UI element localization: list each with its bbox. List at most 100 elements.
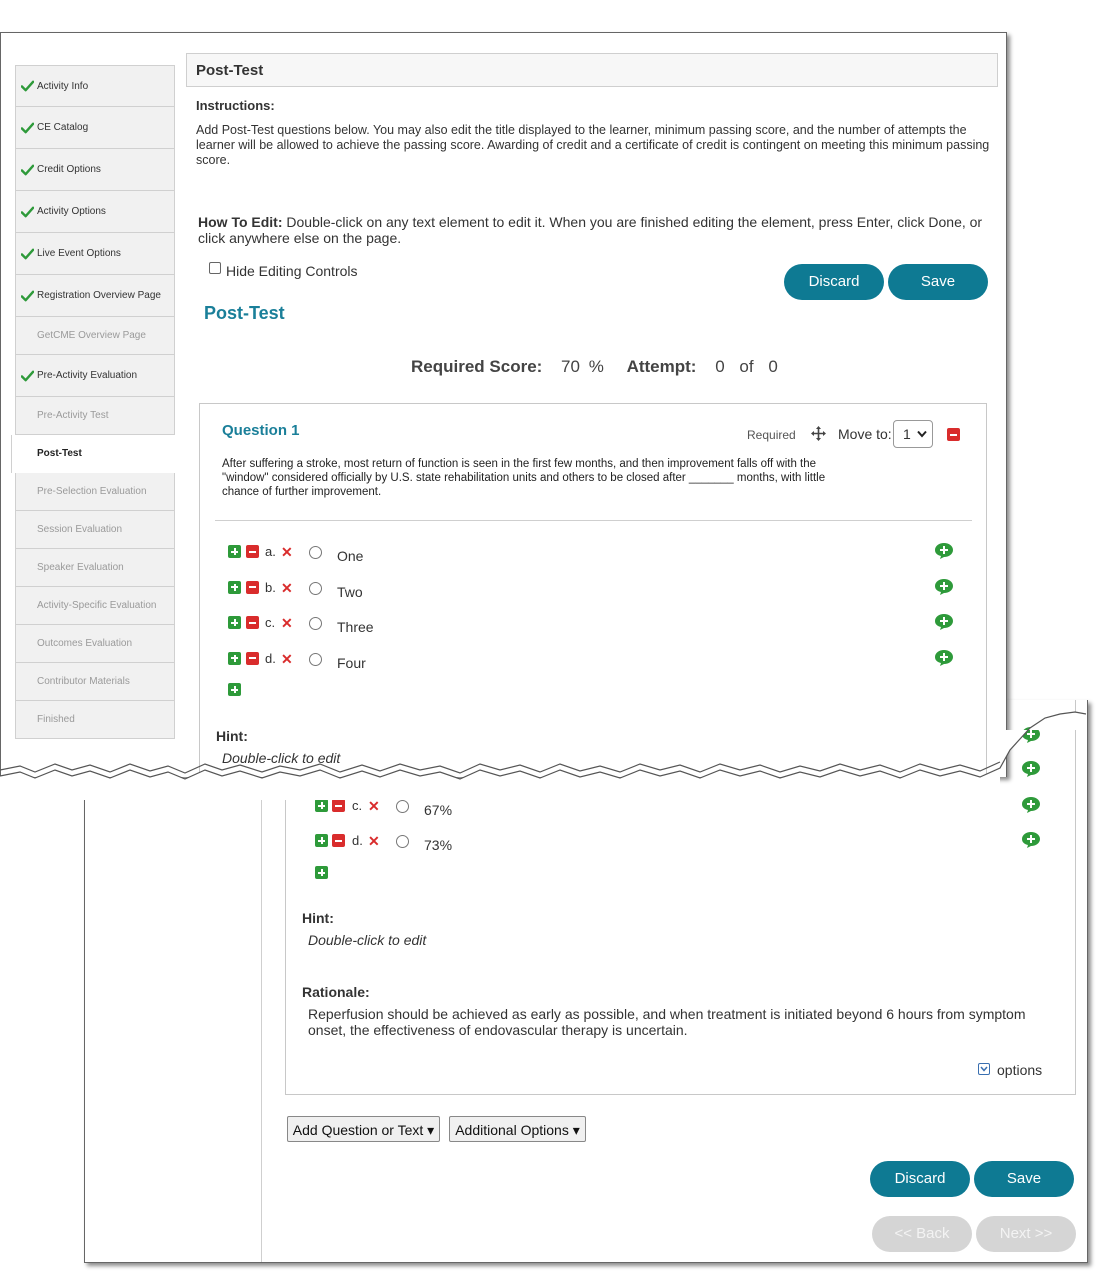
sidebar-item-activity-specific-evaluation[interactable]: Activity-Specific Evaluation: [15, 587, 175, 625]
additional-options-dropdown[interactable]: Additional Options ▾: [449, 1116, 586, 1142]
option-text[interactable]: Three: [337, 619, 374, 635]
question-title[interactable]: Question 1: [222, 422, 300, 439]
sidebar-item-getcme-overview-page[interactable]: GetCME Overview Page: [15, 317, 175, 355]
check-icon: [21, 206, 34, 217]
sidebar-item-contributor-materials[interactable]: Contributor Materials: [15, 663, 175, 701]
required-score-label: Required Score:: [411, 357, 543, 376]
option-letter: a.: [265, 544, 276, 559]
test-title[interactable]: Post-Test: [204, 303, 285, 324]
add-feedback-bubble-icon[interactable]: [934, 578, 954, 596]
check-icon: [21, 248, 34, 259]
sidebar-item-label: Pre-Selection Evaluation: [37, 486, 147, 497]
remove-option-minus-icon[interactable]: [246, 580, 259, 594]
delete-question-minus-icon[interactable]: [947, 428, 960, 441]
hint-text[interactable]: Double-click to edit: [308, 932, 426, 948]
save-button-top[interactable]: Save: [888, 264, 988, 300]
remove-option-minus-icon[interactable]: [246, 651, 259, 665]
next-button[interactable]: Next >>: [976, 1216, 1076, 1252]
option-text[interactable]: One: [337, 548, 363, 564]
remove-option-minus-icon[interactable]: [332, 799, 345, 812]
sidebar-item-label: CE Catalog: [37, 122, 89, 133]
move-drag-icon[interactable]: [810, 425, 827, 442]
add-option-plus-icon[interactable]: [228, 545, 241, 558]
back-button[interactable]: << Back: [872, 1216, 972, 1252]
add-option-plus-icon[interactable]: [228, 580, 241, 594]
option-radio[interactable]: [309, 617, 322, 630]
save-button-bottom[interactable]: Save: [974, 1161, 1074, 1197]
sidebar-item-credit-options[interactable]: Credit Options: [15, 149, 175, 191]
hide-editing-controls-checkbox[interactable]: [209, 262, 221, 274]
sidebar-item-pre-activity-test[interactable]: Pre-Activity Test: [15, 397, 175, 435]
sidebar-item-label: Activity Info: [37, 81, 89, 92]
page-header: Post-Test: [186, 53, 998, 87]
option-text[interactable]: 67%: [424, 802, 452, 818]
add-feedback-bubble-icon[interactable]: [934, 542, 954, 560]
add-feedback-bubble-icon[interactable]: [1021, 831, 1041, 849]
discard-button-top[interactable]: Discard: [784, 264, 884, 300]
chevron-down-icon[interactable]: [978, 1063, 990, 1075]
delete-option-x-icon[interactable]: ✕: [281, 545, 293, 559]
hide-editing-controls-label[interactable]: Hide Editing Controls: [226, 263, 358, 279]
required-label[interactable]: Required: [747, 428, 796, 442]
add-feedback-bubble-icon[interactable]: [934, 649, 954, 667]
score-row: Required Score: 70 % Attempt: 0 of 0: [411, 357, 778, 377]
discard-button-bottom[interactable]: Discard: [870, 1161, 970, 1197]
sidebar-item-post-test[interactable]: Post-Test: [11, 435, 177, 473]
move-to-select[interactable]: 1: [893, 420, 933, 448]
question-text[interactable]: After suffering a stroke, most return of…: [222, 457, 862, 499]
option-text[interactable]: Four: [337, 655, 366, 671]
instructions-text: Add Post-Test questions below. You may a…: [196, 123, 990, 167]
sidebar-item-activity-info[interactable]: Activity Info: [15, 65, 175, 107]
sidebar-item-speaker-evaluation[interactable]: Speaker Evaluation: [15, 549, 175, 587]
sidebar-item-outcomes-evaluation[interactable]: Outcomes Evaluation: [15, 625, 175, 663]
delete-option-x-icon[interactable]: ✕: [281, 581, 293, 595]
add-option-plus-icon[interactable]: [315, 834, 328, 847]
option-text[interactable]: Two: [337, 584, 363, 600]
add-option-plus-icon[interactable]: [228, 616, 241, 629]
sidebar-item-label: Live Event Options: [37, 248, 121, 259]
sidebar-item-pre-activity-evaluation[interactable]: Pre-Activity Evaluation: [15, 355, 175, 397]
move-to-value: 1: [903, 426, 911, 442]
attempt-of: of: [739, 357, 754, 376]
sidebar-item-ce-catalog[interactable]: CE Catalog: [15, 107, 175, 149]
sidebar-item-session-evaluation[interactable]: Session Evaluation: [15, 511, 175, 549]
add-option-plus-icon[interactable]: [315, 799, 328, 812]
add-feedback-bubble-icon[interactable]: [934, 613, 954, 631]
rationale-text[interactable]: Reperfusion should be achieved as early …: [308, 1006, 1048, 1038]
sidebar-item-label: Pre-Activity Test: [37, 410, 109, 421]
how-to-edit-label: How To Edit:: [198, 214, 283, 230]
delete-option-x-icon[interactable]: ✕: [281, 616, 293, 630]
add-option-plus-icon[interactable]: [228, 651, 241, 665]
sidebar-item-label: Activity-Specific Evaluation: [37, 600, 157, 611]
sidebar-item-activity-options[interactable]: Activity Options: [15, 191, 175, 233]
sidebar-item-pre-selection-evaluation[interactable]: Pre-Selection Evaluation: [15, 473, 175, 511]
attempt-total[interactable]: 0: [768, 357, 777, 376]
rationale-label: Rationale:: [302, 984, 370, 1000]
move-to-label: Move to:: [838, 426, 892, 442]
sidebar-item-registration-overview-page[interactable]: Registration Overview Page: [15, 275, 175, 317]
attempt-value[interactable]: 0: [715, 357, 724, 376]
upper-page-panel: Activity Info CE Catalog Credit Options Act…: [0, 32, 1007, 777]
option-text[interactable]: 73%: [424, 837, 452, 853]
option-radio[interactable]: [396, 800, 409, 813]
delete-option-x-icon[interactable]: ✕: [281, 652, 293, 666]
option-radio[interactable]: [309, 581, 322, 595]
remove-option-minus-icon[interactable]: [332, 834, 345, 847]
add-answer-plus-icon[interactable]: [228, 683, 241, 696]
sidebar-item-label: Registration Overview Page: [37, 290, 161, 301]
required-score-value[interactable]: 70: [561, 357, 580, 376]
sidebar-item-live-event-options[interactable]: Live Event Options: [15, 233, 175, 275]
option-radio[interactable]: [309, 652, 322, 666]
add-question-dropdown[interactable]: Add Question or Text ▾: [287, 1116, 440, 1142]
attempt-label: Attempt:: [626, 357, 697, 376]
sidebar-item-label: Credit Options: [37, 164, 101, 175]
add-answer-plus-icon[interactable]: [315, 866, 328, 879]
option-radio[interactable]: [309, 546, 322, 559]
option-radio[interactable]: [396, 835, 409, 848]
options-link[interactable]: options: [997, 1062, 1042, 1078]
delete-option-x-icon[interactable]: ✕: [368, 799, 380, 813]
remove-option-minus-icon[interactable]: [246, 616, 259, 629]
torn-edge-divider: [0, 711, 1087, 800]
remove-option-minus-icon[interactable]: [246, 545, 259, 558]
delete-option-x-icon[interactable]: ✕: [368, 834, 380, 848]
